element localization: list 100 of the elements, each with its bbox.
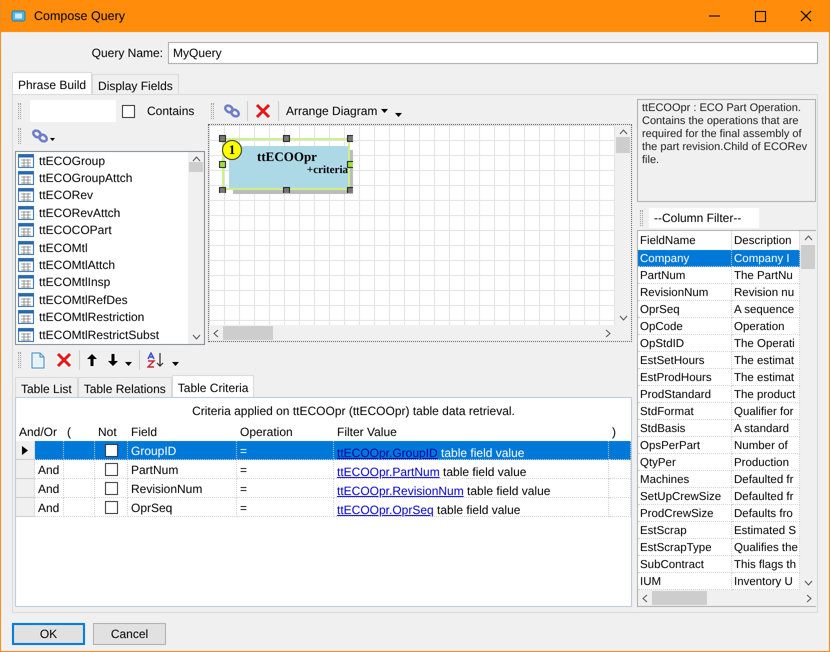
table-list-item[interactable]: ttECORev bbox=[39, 186, 94, 204]
table-cell[interactable]: = bbox=[237, 460, 334, 479]
table-list-item[interactable]: ttECOGroup bbox=[39, 152, 106, 170]
table-cell[interactable] bbox=[95, 479, 128, 498]
filter-value-cell[interactable]: ttECOOpr.GroupID table field value bbox=[334, 441, 609, 460]
table-cell[interactable]: And bbox=[35, 498, 64, 517]
dialog-button[interactable]: Cancel bbox=[93, 623, 166, 645]
table-cell[interactable]: QtyPer bbox=[638, 454, 732, 471]
selection-handles[interactable] bbox=[219, 135, 353, 193]
table-cell[interactable]: Defaults fro bbox=[732, 505, 800, 522]
filter-value-cell[interactable]: ttECOOpr.OprSeq table field value bbox=[334, 498, 609, 517]
vertical-scrollbar[interactable] bbox=[188, 152, 204, 344]
table-list-item[interactable]: ttECOMtlRestrictSubst bbox=[39, 326, 160, 344]
table-cell[interactable]: RevisionNum bbox=[128, 479, 237, 498]
table-cell[interactable] bbox=[609, 441, 631, 460]
table-cell[interactable]: RevisionNum bbox=[638, 284, 732, 301]
column-header[interactable]: FieldName bbox=[638, 231, 732, 250]
table-cell[interactable]: = bbox=[237, 479, 334, 498]
table-cell[interactable]: EstSetHours bbox=[638, 352, 732, 369]
table-list-item[interactable]: ttECOCOPart bbox=[39, 221, 112, 240]
scroll-thumb[interactable] bbox=[801, 245, 815, 269]
table-cell[interactable]: EstScrapType bbox=[638, 539, 732, 556]
table-list-item[interactable]: ttECOMtlInsp bbox=[39, 273, 110, 292]
table-cell[interactable]: PartNum bbox=[128, 460, 237, 479]
dialog-button[interactable]: OK bbox=[12, 623, 85, 645]
table-list-item[interactable]: ttECOMtl bbox=[39, 238, 88, 257]
table-cell[interactable]: OpStdID bbox=[638, 335, 732, 352]
table-cell[interactable]: Qualifies the bbox=[732, 539, 800, 556]
column-header[interactable]: ( bbox=[64, 422, 95, 441]
table-list-item[interactable]: ttECOGroupAttch bbox=[39, 169, 132, 188]
row-header[interactable] bbox=[16, 441, 35, 460]
table-cell[interactable]: OprSeq bbox=[128, 498, 237, 517]
tab[interactable]: Phrase Build bbox=[12, 72, 92, 94]
table-cell[interactable] bbox=[95, 460, 128, 479]
table-cell[interactable]: = bbox=[237, 441, 334, 460]
table-cell[interactable]: StdBasis bbox=[638, 420, 732, 437]
tab[interactable]: Table Relations bbox=[78, 377, 172, 397]
table-cell[interactable] bbox=[64, 460, 95, 479]
table-cell[interactable]: And bbox=[35, 460, 64, 479]
column-header[interactable]: Filter Value bbox=[334, 422, 609, 441]
filter-value-link[interactable]: ttECOOpr.RevisionNum bbox=[337, 484, 464, 498]
table-cell[interactable] bbox=[609, 479, 631, 498]
table-cell[interactable]: SubContract bbox=[638, 556, 732, 573]
query-name-field[interactable]: MyQuery bbox=[168, 42, 818, 64]
table-cell[interactable]: And bbox=[35, 479, 64, 498]
table-cell[interactable]: The product bbox=[732, 386, 800, 403]
table-cell[interactable]: ProdStandard bbox=[638, 386, 732, 403]
not-checkbox[interactable] bbox=[104, 444, 118, 456]
column-header[interactable]: Not bbox=[95, 422, 128, 441]
table-cell[interactable]: Production bbox=[732, 454, 800, 471]
table-cell[interactable]: = bbox=[237, 498, 334, 517]
table-list-item[interactable]: ttECOMtlRefDes bbox=[39, 290, 128, 309]
tab[interactable]: Table List bbox=[15, 377, 78, 397]
arrange-diagram-dropdown[interactable]: Arrange Diagram bbox=[282, 100, 392, 122]
table-cell[interactable]: Company bbox=[638, 250, 732, 267]
table-cell[interactable]: EstProdHours bbox=[638, 369, 732, 386]
table-cell[interactable] bbox=[35, 441, 64, 460]
table-cell[interactable]: The estimat bbox=[732, 352, 800, 369]
table-cell[interactable]: EstScrap bbox=[638, 522, 732, 539]
scroll-thumb[interactable] bbox=[189, 162, 203, 172]
filter-value-cell[interactable]: ttECOOpr.RevisionNum table field value bbox=[334, 479, 609, 498]
table-cell[interactable] bbox=[95, 441, 128, 460]
table-cell[interactable] bbox=[609, 498, 631, 517]
table-cell[interactable]: OpsPerPart bbox=[638, 437, 732, 454]
column-header[interactable]: Description bbox=[732, 231, 800, 250]
table-cell[interactable]: Revision nu bbox=[732, 284, 800, 301]
table-cell[interactable]: Number of bbox=[732, 437, 800, 454]
close-icon[interactable] bbox=[800, 10, 812, 22]
table-cell[interactable]: StdFormat bbox=[638, 403, 732, 420]
table-cell[interactable]: OpCode bbox=[638, 318, 732, 335]
table-cell[interactable]: Machines bbox=[638, 471, 732, 488]
table-cell[interactable]: Defaulted fr bbox=[732, 488, 800, 505]
contains-checkbox[interactable] bbox=[122, 104, 135, 118]
maximize-icon[interactable] bbox=[754, 10, 766, 22]
table-cell[interactable]: Defaulted fr bbox=[732, 471, 800, 488]
table-cell[interactable]: The PartNu bbox=[732, 267, 800, 284]
table-cell[interactable]: Qualifier for bbox=[732, 403, 800, 420]
column-header[interactable]: And/Or bbox=[16, 422, 64, 441]
column-header[interactable]: Field bbox=[128, 422, 237, 441]
column-filter-field[interactable]: --Column Filter-- bbox=[649, 208, 759, 228]
table-list-item[interactable]: ttECORevAttch bbox=[39, 204, 120, 222]
filter-value-link[interactable]: ttECOOpr.PartNum bbox=[337, 465, 440, 479]
table-cell[interactable]: A sequence bbox=[732, 301, 800, 318]
table-cell[interactable]: OprSeq bbox=[638, 301, 732, 318]
table-cell[interactable] bbox=[64, 441, 95, 460]
table-cell[interactable] bbox=[95, 498, 128, 517]
table-cell[interactable]: ProdCrewSize bbox=[638, 505, 732, 522]
scroll-thumb[interactable] bbox=[652, 591, 707, 605]
not-checkbox[interactable] bbox=[104, 482, 118, 494]
table-cell[interactable]: Estimated S bbox=[732, 522, 800, 539]
table-cell[interactable] bbox=[64, 498, 95, 517]
table-cell[interactable]: The estimat bbox=[732, 369, 800, 386]
table-cell[interactable]: PartNum bbox=[638, 267, 732, 284]
table-cell[interactable] bbox=[64, 479, 95, 498]
scroll-thumb[interactable] bbox=[223, 326, 273, 340]
vertical-scrollbar[interactable] bbox=[800, 231, 816, 590]
column-header[interactable]: ) bbox=[609, 422, 631, 441]
horizontal-scrollbar[interactable] bbox=[638, 590, 816, 606]
column-header[interactable]: Operation bbox=[237, 422, 334, 441]
table-cell[interactable]: GroupID bbox=[128, 441, 237, 460]
